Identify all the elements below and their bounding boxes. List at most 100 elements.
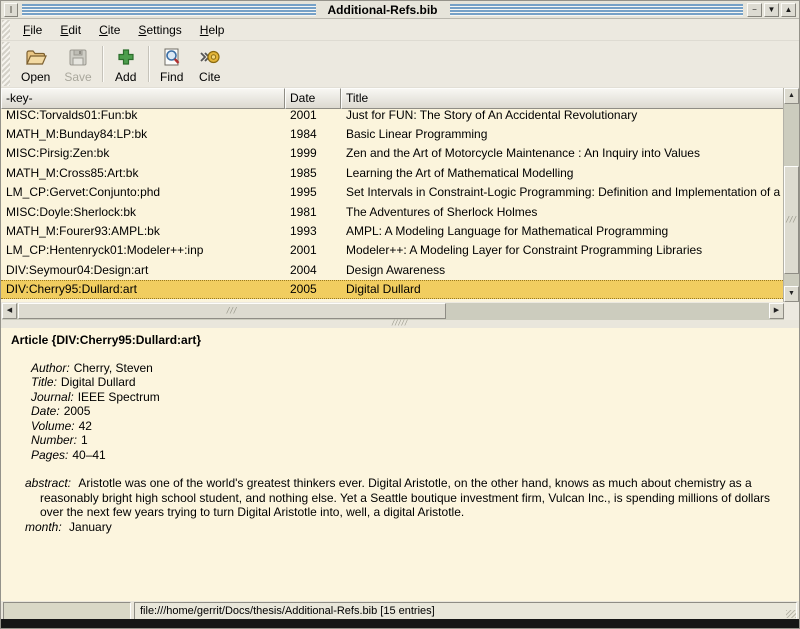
row-date: 1995: [285, 185, 341, 199]
row-title: Learning the Art of Mathematical Modelli…: [341, 166, 785, 180]
detail-field: Author:Cherry, Steven: [31, 361, 789, 376]
row-date: 2005: [285, 282, 341, 296]
menu-edit[interactable]: Edit: [51, 20, 90, 40]
row-key: LM_CP:Hentenryck01:Modeler++:inp: [1, 243, 285, 257]
row-date: 2001: [285, 243, 341, 257]
save-floppy-icon: [66, 46, 90, 68]
field-value: 40–41: [72, 448, 105, 462]
maximize-button[interactable]: ▲: [781, 3, 796, 17]
abstract-text: Aristotle was one of the world's greates…: [40, 476, 770, 519]
add-plus-icon: [114, 46, 138, 68]
detail-field: Journal: IEEE Spectrum: [31, 390, 789, 405]
table-row[interactable]: MISC:Torvalds01:Fun:bk 2001 Just for FUN…: [1, 109, 785, 124]
menu-cite[interactable]: Cite: [90, 20, 129, 40]
menu-settings[interactable]: Settings: [129, 20, 190, 40]
scroll-left-button[interactable]: ◀: [2, 303, 17, 319]
row-key: MATH_M:Cross85:Art:bk: [1, 166, 285, 180]
scroll-down-button[interactable]: ▼: [784, 286, 799, 302]
splitter-grip-icon: /////: [392, 319, 408, 328]
shade-button[interactable]: ▼: [764, 3, 779, 17]
row-title: Basic Linear Programming: [341, 127, 785, 141]
field-value: 1: [81, 433, 88, 447]
table-row[interactable]: DIV:Cherry95:Dullard:art 2005 Digital Du…: [1, 280, 785, 299]
row-date: 2004: [285, 263, 341, 277]
row-date: 1981: [285, 205, 341, 219]
vertical-scrollbar-thumb[interactable]: ///: [784, 166, 799, 274]
find-magnifier-icon: [160, 46, 184, 68]
titlebar-stripes-right: [450, 4, 744, 16]
row-key: MATH_M:Bunday84:LP:bk: [1, 127, 285, 141]
window-menu-button[interactable]: [4, 3, 18, 17]
field-label: Volume:: [31, 419, 75, 433]
scroll-right-button[interactable]: ▶: [769, 303, 784, 319]
row-title: Digital Dullard: [341, 282, 785, 296]
detail-field: Number: 1: [31, 433, 789, 448]
row-date: 1999: [285, 146, 341, 160]
titlebar-stripes-left: [22, 4, 316, 16]
table-row[interactable]: LM_CP:Gervet:Conjunto:phd 1995 Set Inter…: [1, 183, 785, 202]
row-key: MATH_M:Fourer93:AMPL:bk: [1, 224, 285, 238]
table-row[interactable]: MATH_M:Fourer93:AMPL:bk 1993 AMPL: A Mod…: [1, 221, 785, 240]
detail-field: Pages: 40–41: [31, 448, 789, 463]
row-date: 2001: [285, 109, 341, 122]
entry-detail-pane: Article {DIV:Cherry95:Dullard:art} Autho…: [1, 328, 799, 601]
row-title: Modeler++: A Modeling Layer for Constrai…: [341, 243, 785, 257]
table-row[interactable]: MISC:Pirsig:Zen:bk 1999 Zen and the Art …: [1, 144, 785, 163]
detail-field: Title: Digital Dullard: [31, 375, 789, 390]
menu-help[interactable]: Help: [191, 20, 234, 40]
save-button[interactable]: Save: [57, 41, 98, 87]
minimize-button[interactable]: −: [747, 3, 762, 17]
window-bottom-edge: [1, 619, 799, 628]
add-label: Add: [115, 70, 136, 84]
vertical-scrollbar[interactable]: ▲ /// ▼: [783, 88, 799, 302]
scroll-up-button[interactable]: ▲: [784, 88, 799, 104]
row-key: DIV:Seymour04:Design:art: [1, 263, 285, 277]
column-header-title[interactable]: Title: [341, 88, 785, 109]
save-label: Save: [64, 70, 91, 84]
open-label: Open: [21, 70, 50, 84]
table-row[interactable]: MATH_M:Cross85:Art:bk 1985 Learning the …: [1, 163, 785, 182]
row-title: The Adventures of Sherlock Holmes: [341, 205, 785, 219]
thumb-grip-icon: ///: [227, 306, 238, 316]
window-menu-icon: [10, 6, 12, 13]
menubar-drag-handle[interactable]: [2, 20, 10, 39]
add-button[interactable]: Add: [107, 41, 145, 87]
column-header-key[interactable]: -key-: [1, 88, 285, 109]
open-button[interactable]: Open: [14, 41, 57, 87]
table-row[interactable]: DIV:Seymour04:Design:art 2004 Design Awa…: [1, 260, 785, 279]
field-label: Journal:: [31, 390, 74, 404]
resize-grip[interactable]: [786, 610, 796, 618]
pane-splitter[interactable]: /////: [1, 320, 799, 328]
field-label: Pages:: [31, 448, 68, 462]
progress-indicator: [3, 602, 131, 620]
horizontal-scrollbar[interactable]: ◀ /// ▶: [2, 303, 784, 320]
toolbar-drag-handle[interactable]: [2, 42, 10, 86]
cite-label: Cite: [199, 70, 220, 84]
month-label: month:: [25, 520, 62, 534]
detail-field: Date: 2005: [31, 404, 789, 419]
field-label: Number:: [31, 433, 77, 447]
field-label: Date:: [31, 404, 60, 418]
toolbar-separator: [148, 46, 150, 82]
row-key: MISC:Doyle:Sherlock:bk: [1, 205, 285, 219]
toolbar: Open Save Add Find: [1, 41, 799, 88]
table-row[interactable]: LM_CP:Hentenryck01:Modeler++:inp 2001 Mo…: [1, 241, 785, 260]
abstract-label: abstract:: [25, 476, 71, 490]
field-value: 2005: [64, 404, 91, 418]
column-header-date[interactable]: Date: [285, 88, 341, 109]
table-row[interactable]: MATH_M:Bunday84:LP:bk 1984 Basic Linear …: [1, 124, 785, 143]
field-value: Digital Dullard: [61, 375, 136, 389]
table-row[interactable]: MISC:Doyle:Sherlock:bk 1981 The Adventur…: [1, 202, 785, 221]
field-value: IEEE Spectrum: [78, 390, 160, 404]
find-button[interactable]: Find: [153, 41, 191, 87]
cite-button[interactable]: Cite: [191, 41, 229, 87]
field-label: Title:: [31, 375, 57, 389]
row-date: 1993: [285, 224, 341, 238]
row-title: Zen and the Art of Motorcycle Maintenanc…: [341, 146, 785, 160]
horizontal-scrollbar-thumb[interactable]: ///: [18, 303, 446, 319]
row-date: 1984: [285, 127, 341, 141]
find-label: Find: [160, 70, 183, 84]
thumb-grip-icon: ///: [786, 215, 797, 225]
menu-file[interactable]: File: [14, 20, 51, 40]
titlebar: Additional-Refs.bib − ▼ ▲: [1, 1, 799, 19]
